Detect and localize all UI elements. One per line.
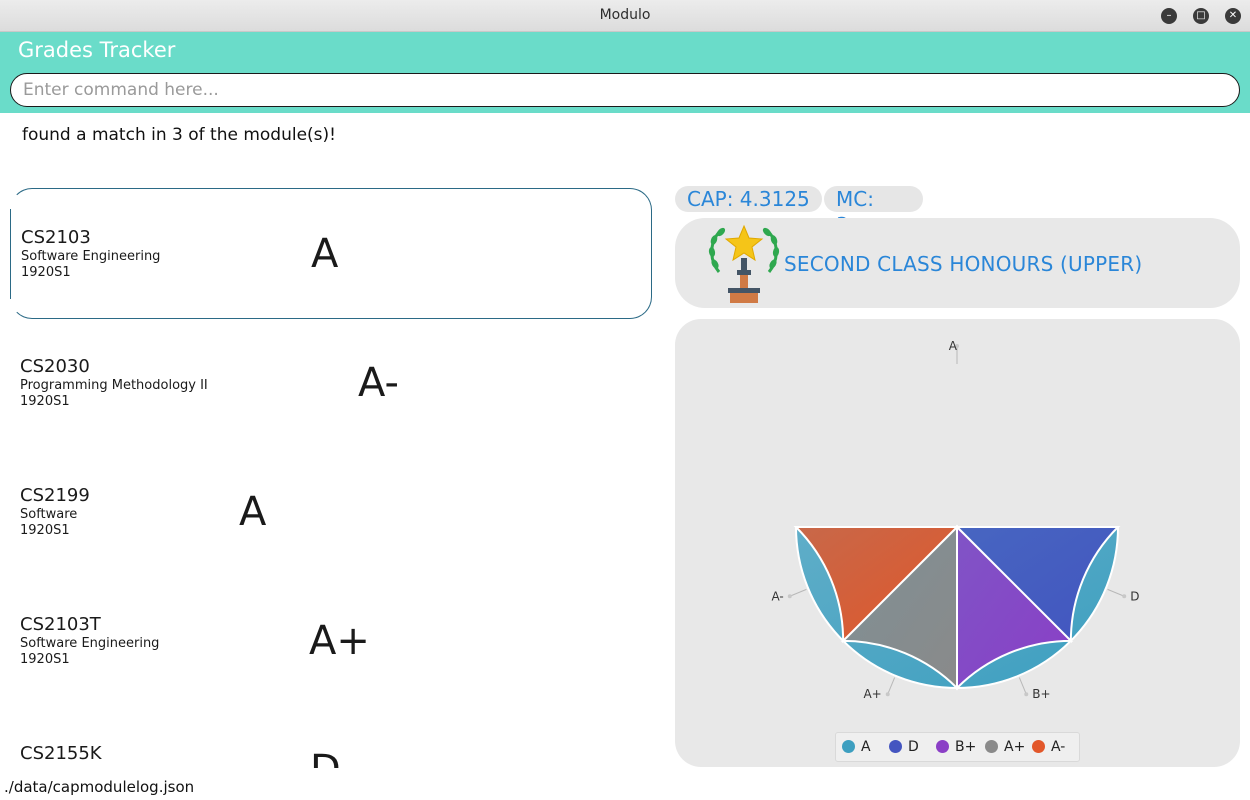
command-input[interactable] bbox=[10, 73, 1240, 107]
pie-leader-dot bbox=[787, 594, 792, 599]
module-semester: 1920S1 bbox=[20, 394, 70, 409]
honours-panel: SECOND CLASS HONOURS (UPPER) bbox=[675, 218, 1240, 308]
legend-item-B+: B+ bbox=[936, 739, 976, 755]
mc-badge: MC: 3... bbox=[824, 186, 923, 237]
pie-label-A-: A- bbox=[771, 589, 783, 603]
grade-chart-panel: A D B+ A+ A- A D B+ A+ A- bbox=[675, 319, 1240, 767]
pie-leader-line bbox=[1107, 588, 1125, 597]
legend-swatch bbox=[1032, 740, 1045, 753]
chart-legend: A D B+ A+ A- bbox=[835, 732, 1080, 762]
module-card[interactable]: CS2155K D bbox=[10, 705, 652, 768]
honours-text: SECOND CLASS HONOURS (UPPER) bbox=[784, 252, 1143, 276]
legend-label: A+ bbox=[1004, 739, 1026, 755]
legend-label: D bbox=[908, 739, 919, 755]
maximize-icon[interactable]: □ bbox=[1193, 8, 1209, 24]
pie-label-B+: B+ bbox=[1032, 687, 1050, 701]
pie-label-A: A bbox=[949, 339, 958, 353]
minimize-icon[interactable]: – bbox=[1161, 8, 1177, 24]
legend-item-D: D bbox=[889, 739, 919, 755]
module-semester: 1920S1 bbox=[20, 652, 70, 667]
module-code: CS2155K bbox=[20, 743, 102, 764]
module-grade: A bbox=[239, 489, 267, 535]
module-code: CS2103 bbox=[21, 227, 91, 248]
pie-leader-line bbox=[887, 677, 896, 695]
legend-item-A: A bbox=[842, 739, 871, 755]
module-semester: 1920S1 bbox=[20, 523, 70, 538]
pie-leader-dot bbox=[885, 692, 890, 697]
module-grade: D bbox=[310, 747, 341, 768]
module-code: CS2199 bbox=[20, 485, 90, 506]
module-grade: A- bbox=[358, 360, 399, 406]
app-header: Grades Tracker bbox=[0, 32, 1250, 68]
legend-item-A-: A- bbox=[1032, 739, 1065, 755]
grade-pie-chart: A D B+ A+ A- bbox=[771, 339, 1139, 701]
cap-badge: CAP: 4.3125 bbox=[675, 186, 822, 212]
pie-label-D: D bbox=[1130, 589, 1139, 603]
trophy-icon bbox=[708, 224, 780, 303]
legend-swatch bbox=[936, 740, 949, 753]
legend-swatch bbox=[985, 740, 998, 753]
pie-leader-dot bbox=[1122, 594, 1127, 599]
result-message: found a match in 3 of the module(s)! bbox=[22, 125, 336, 145]
pie-leader-line bbox=[789, 588, 807, 597]
legend-label: B+ bbox=[955, 739, 977, 755]
module-card[interactable]: CS2030 Programming Methodology II 1920S1… bbox=[10, 318, 652, 449]
legend-label: A- bbox=[1051, 739, 1066, 755]
module-code: CS2103T bbox=[20, 614, 101, 635]
pie-leader-line bbox=[1018, 677, 1027, 695]
window-title: Modulo bbox=[599, 7, 651, 23]
legend-swatch bbox=[889, 740, 902, 753]
command-bar bbox=[0, 68, 1250, 113]
module-card[interactable]: CS2199 Software 1920S1 A bbox=[10, 447, 652, 578]
app-title: Grades Tracker bbox=[18, 38, 176, 62]
pie-label-A+: A+ bbox=[863, 687, 881, 701]
module-card[interactable]: CS2103 Software Engineering 1920S1 A bbox=[10, 188, 652, 319]
window-titlebar: Modulo – □ ✕ bbox=[0, 0, 1250, 32]
module-name: Software bbox=[20, 507, 78, 522]
legend-label: A bbox=[861, 739, 871, 755]
close-icon[interactable]: ✕ bbox=[1225, 8, 1241, 24]
module-semester: 1920S1 bbox=[21, 265, 71, 280]
module-grade: A+ bbox=[309, 618, 370, 664]
pie-leader-dot bbox=[1024, 692, 1029, 697]
module-name: Software Engineering bbox=[21, 249, 161, 264]
module-grade: A bbox=[311, 231, 339, 277]
legend-item-A+: A+ bbox=[985, 739, 1025, 755]
status-bar-path: ./data/capmodulelog.json bbox=[4, 778, 195, 796]
module-name: Programming Methodology II bbox=[20, 378, 208, 393]
module-card[interactable]: CS2103T Software Engineering 1920S1 A+ bbox=[10, 576, 652, 707]
legend-swatch bbox=[842, 740, 855, 753]
module-name: Software Engineering bbox=[20, 636, 160, 651]
module-list[interactable]: CS2103 Software Engineering 1920S1 A CS2… bbox=[0, 168, 665, 768]
module-code: CS2030 bbox=[20, 356, 90, 377]
